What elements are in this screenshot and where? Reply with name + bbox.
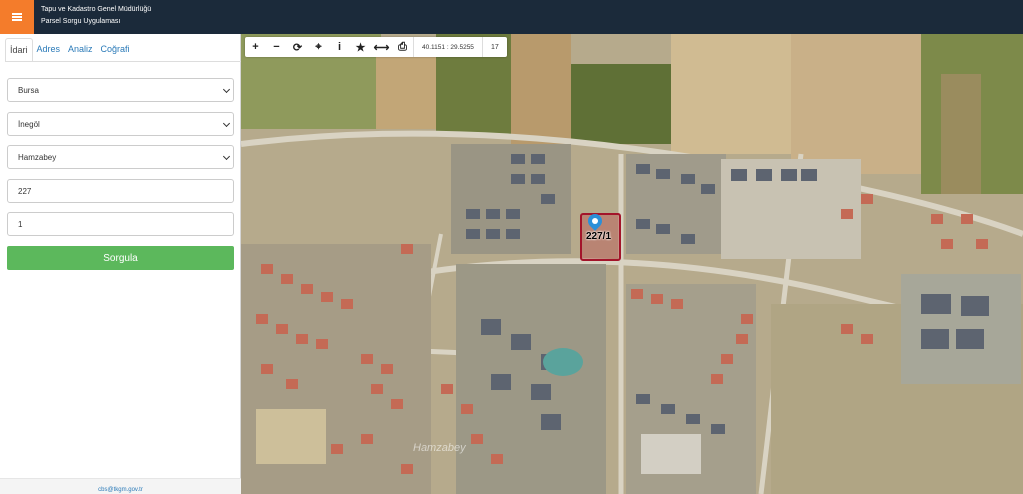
district-value: İnegöl — [18, 119, 40, 129]
chevron-down-icon — [222, 119, 231, 128]
map-toolbar: + − ⟳ ⌖ i ★ ⟷ ⎙ 40.1151 : 29.5255 17 — [245, 37, 507, 57]
province-select[interactable]: Bursa — [7, 78, 234, 102]
district-select[interactable]: İnegöl — [7, 112, 234, 136]
zoom-level: 17 — [481, 37, 507, 57]
province-value: Bursa — [18, 85, 39, 95]
chevron-down-icon — [222, 152, 231, 161]
tab-idari[interactable]: İdari — [5, 38, 33, 62]
tab-divider — [5, 61, 241, 62]
sidebar-footer: cbs@tkgm.gov.tr — [0, 478, 241, 494]
hamburger-icon — [12, 13, 22, 21]
app-title-line1: Tapu ve Kadastro Genel Müdürlüğü — [41, 6, 152, 13]
satellite-imagery — [241, 34, 1023, 494]
info-icon[interactable]: i — [329, 37, 350, 57]
measure-icon[interactable]: ⟷ — [371, 37, 392, 57]
app-title: Tapu ve Kadastro Genel Müdürlüğü Parsel … — [41, 4, 151, 28]
star-icon[interactable]: ★ — [350, 37, 371, 57]
parcel-label: 227/1 — [586, 231, 612, 242]
tab-analiz[interactable]: Analiz — [64, 38, 97, 62]
locate-icon[interactable]: ⌖ — [308, 37, 329, 57]
zoom-in-icon[interactable]: + — [245, 37, 266, 57]
neighborhood-value: Hamzabey — [18, 152, 57, 162]
app-title-line2: Parsel Sorgu Uygulaması — [41, 18, 121, 25]
query-button[interactable]: Sorgula — [7, 246, 234, 270]
neighborhood-select[interactable]: Hamzabey — [7, 145, 234, 169]
sidebar: İdari Adres Analiz Coğrafi Bursa İnegöl … — [0, 34, 241, 494]
contact-email-link[interactable]: cbs@tkgm.gov.tr — [0, 487, 241, 493]
parcel-value: 1 — [18, 219, 23, 229]
tab-adres[interactable]: Adres — [33, 38, 65, 62]
map-view[interactable]: + − ⟳ ⌖ i ★ ⟷ ⎙ 40.1151 : 29.5255 17 227… — [241, 34, 1023, 494]
menu-button[interactable] — [0, 0, 34, 34]
map-watermark: Hamzabey — [413, 442, 466, 454]
refresh-icon[interactable]: ⟳ — [287, 37, 308, 57]
coordinate-readout: 40.1151 : 29.5255 — [413, 37, 482, 57]
chevron-down-icon — [222, 85, 231, 94]
tab-cografi[interactable]: Coğrafi — [97, 38, 134, 62]
sidebar-tabs: İdari Adres Analiz Coğrafi — [5, 38, 134, 62]
parcel-input[interactable]: 1 — [7, 212, 234, 236]
block-value: 227 — [18, 186, 32, 196]
print-icon[interactable]: ⎙ — [392, 37, 413, 57]
app-header: Tapu ve Kadastro Genel Müdürlüğü Parsel … — [0, 0, 1023, 34]
block-input[interactable]: 227 — [7, 179, 234, 203]
zoom-out-icon[interactable]: − — [266, 37, 287, 57]
